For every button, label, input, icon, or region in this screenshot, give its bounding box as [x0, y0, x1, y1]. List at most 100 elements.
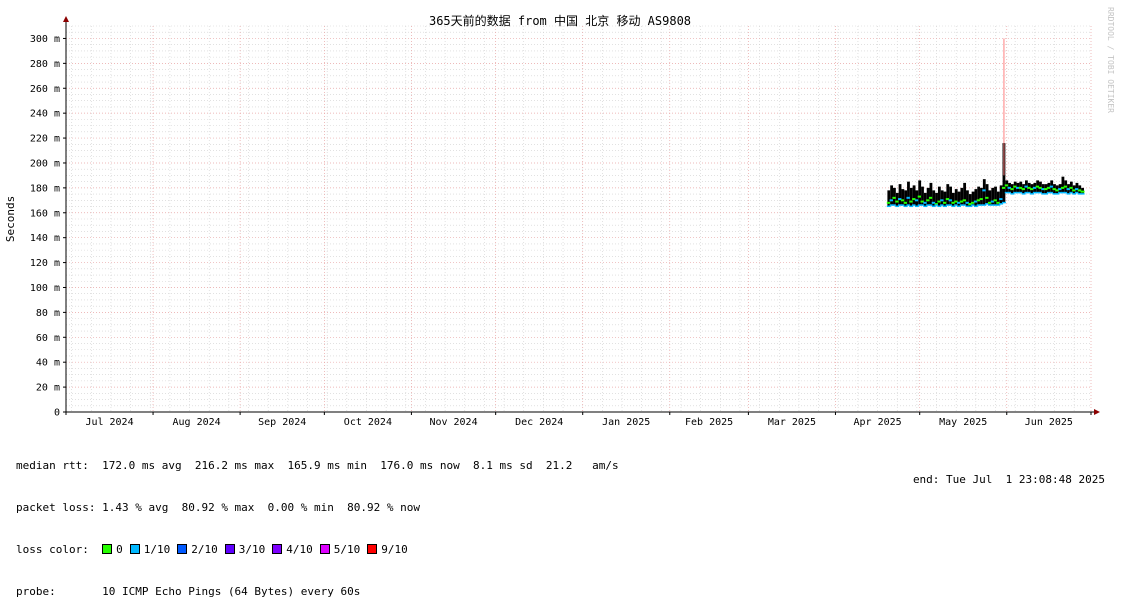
x-tick-label: Aug 2024 — [172, 417, 220, 428]
smoke-bar — [893, 187, 896, 206]
loss-color-text: 5/10 — [333, 543, 361, 556]
smokeping-chart: 0 20 m 40 m 60 m 80 m 100 m 120 m 140 m 160 m 180… — [4, 7, 1115, 428]
median-point — [928, 196, 933, 199]
median-point — [999, 198, 1004, 201]
median-point — [1001, 186, 1006, 189]
loss-color-text: 0 — [116, 543, 123, 556]
x-tick-label: May 2025 — [939, 417, 987, 428]
loss-color-text: 9/10 — [381, 543, 408, 556]
median-point — [1063, 185, 1068, 188]
loss-color-item: 4/10 — [272, 543, 313, 556]
min-point — [1080, 193, 1085, 195]
smoke-bar — [991, 187, 995, 206]
median-point — [982, 189, 987, 192]
median-rtt-row: median rtt: 172.0 ms avg 216.2 ms max 16… — [16, 459, 619, 473]
y-tick-label: 280 m — [30, 59, 60, 70]
axis-layer: 0 20 m 40 m 60 m 80 m 100 m 120 m 140 m 160 m 180… — [30, 16, 1100, 428]
packet-loss-row: packet loss: 1.43 % avg 80.92 % max 0.00… — [16, 501, 619, 515]
loss-color-swatch — [224, 544, 235, 554]
x-tick-label: Jan 2025 — [602, 417, 650, 428]
median-point — [909, 200, 914, 203]
x-tick-label: Mar 2025 — [768, 417, 816, 428]
median-point — [942, 201, 947, 204]
median-point — [906, 196, 911, 199]
median-point — [979, 198, 984, 201]
loss-color-item: 2/10 — [177, 543, 218, 556]
y-tick-label: 40 m — [36, 358, 60, 369]
loss-color-swatch — [177, 544, 188, 554]
median-point — [903, 201, 908, 204]
smoke-bar — [977, 186, 981, 206]
median-rtt-label: median rtt: — [16, 459, 89, 472]
smoke-bar — [974, 189, 978, 207]
median-point — [900, 199, 905, 202]
y-tick-label: 80 m — [36, 308, 60, 319]
data-layer — [886, 38, 1085, 208]
y-tick-label: 300 m — [30, 34, 60, 45]
rrdtool-watermark: RRDTOOL / TOBI OETIKER — [1106, 7, 1115, 113]
grid-layer — [66, 25, 1092, 412]
x-tick-label: Dec 2024 — [515, 417, 563, 428]
median-point — [985, 196, 990, 199]
smoke-bar — [912, 185, 916, 206]
probe-label: probe: — [16, 585, 56, 598]
packet-loss-label: packet loss: — [16, 501, 96, 514]
smoke-bar — [982, 179, 986, 206]
loss-color-text: 1/10 — [143, 543, 171, 556]
median-point — [886, 201, 891, 204]
x-tick-label: Jun 2025 — [1025, 417, 1073, 428]
probe-row: probe: 10 ICMP Echo Pings (64 Bytes) eve… — [16, 585, 619, 599]
loss-color-text: 2/10 — [191, 543, 218, 556]
y-tick-label: 0 — [54, 408, 60, 419]
smoke-bar — [985, 184, 989, 205]
median-point — [962, 199, 967, 202]
median-point — [923, 201, 928, 204]
loss-color-item: 3/10 — [224, 543, 265, 556]
y-tick-label: 260 m — [30, 84, 60, 95]
loss-color-swatch — [272, 544, 283, 554]
loss-color-swatch — [319, 544, 330, 554]
y-tick-label: 180 m — [30, 183, 60, 194]
median-point — [1010, 188, 1015, 191]
loss-color-text: 4/10 — [286, 543, 313, 556]
loss-color-swatch — [129, 544, 140, 554]
median-point — [993, 199, 998, 202]
median-point — [889, 199, 894, 202]
y-tick-label: 200 m — [30, 158, 60, 169]
median-point — [1049, 185, 1054, 188]
x-tick-label: Jul 2024 — [85, 417, 133, 428]
smoke-bar — [915, 190, 919, 207]
median-point — [914, 199, 919, 202]
y-tick-label: 220 m — [30, 134, 60, 145]
median-rtt-values: 172.0 ms avg 216.2 ms max 165.9 ms min 1… — [102, 459, 619, 472]
loss-color-item: 1/10 — [129, 543, 171, 556]
smoke-bar — [898, 184, 902, 206]
median-point — [1021, 188, 1026, 191]
y-tick-label: 60 m — [36, 333, 60, 344]
y-axis-label: Seconds — [4, 196, 17, 242]
loss-color-row: loss color: 0 1/10 2/10 3/10 4/10 5/10 9/10 — [16, 543, 619, 557]
end-timestamp: end: Tue Jul 1 23:08:48 2025 — [912, 473, 1105, 486]
y-tick-label: 100 m — [30, 283, 60, 294]
y-tick-label: 240 m — [30, 109, 60, 120]
loss-color-item: 9/10 — [367, 543, 408, 556]
loss-color-items: 0 1/10 2/10 3/10 4/10 5/10 9/10 — [102, 543, 415, 556]
smoke-bar — [946, 184, 950, 206]
median-point — [895, 200, 900, 203]
median-point — [917, 195, 922, 198]
x-tick-label: Sep 2024 — [258, 417, 306, 428]
x-tick-label: Nov 2024 — [429, 417, 477, 428]
x-tick-label: Apr 2025 — [853, 417, 901, 428]
median-point — [892, 196, 897, 199]
smoke-bar — [937, 186, 941, 207]
smoke-bar — [909, 187, 913, 207]
x-axis-arrow — [1094, 409, 1100, 415]
x-tick-label: Oct 2024 — [344, 417, 392, 428]
smoke-bar — [890, 185, 894, 206]
median-point — [948, 199, 953, 202]
median-point — [940, 199, 945, 202]
loss-color-item: 0 — [102, 543, 123, 556]
loss-color-item: 5/10 — [319, 543, 361, 556]
y-tick-label: 160 m — [30, 208, 60, 219]
loss-color-swatch — [367, 544, 378, 554]
